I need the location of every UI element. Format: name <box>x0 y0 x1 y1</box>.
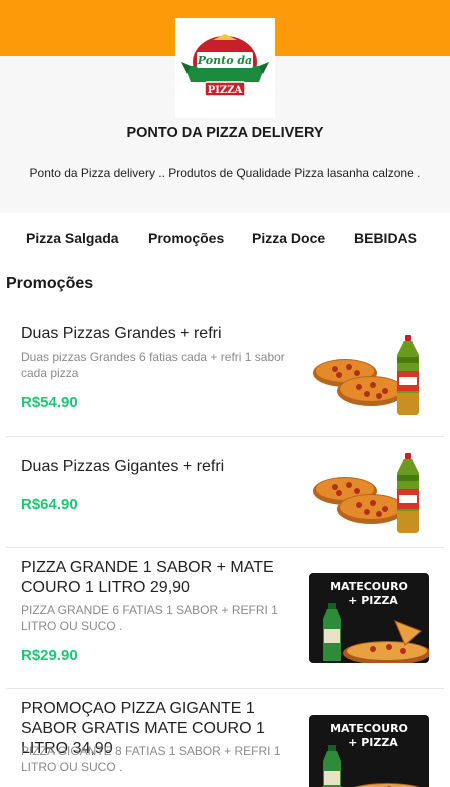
banner-line-1: MATECOURO <box>330 722 408 735</box>
logo-text-bottom: PIZZA <box>208 85 243 96</box>
category-tab-bebidas[interactable]: BEBIDAS <box>354 230 417 246</box>
banner-line-1: MATECOURO <box>330 580 408 593</box>
mate-couro-banner-image: MATECOURO + PIZZA <box>309 573 429 663</box>
product-description: PIZZA GRANDE 6 FATIAS 1 SABOR + REFRI 1 … <box>21 603 278 633</box>
product-name: PIZZA GRANDE 1 SABOR + MATE COURO 1 LITR… <box>21 559 274 596</box>
pizza-logo-icon: Ponto da PIZZA <box>181 34 269 97</box>
category-tab-pizza-doce[interactable]: Pizza Doce <box>252 230 325 246</box>
product-description: Duas pizzas Grandes 6 fatias cada + refr… <box>21 350 285 380</box>
pizza-soda-image <box>313 335 419 415</box>
product-card[interactable]: PIZZA GRANDE 1 SABOR + MATE COURO 1 LITR… <box>6 548 444 689</box>
category-nav: Pizza Salgada Promoções Pizza Doce BEBID… <box>0 230 450 254</box>
store-logo: Ponto da PIZZA <box>175 18 275 118</box>
product-price: R$29.90 <box>21 647 78 664</box>
store-name: PONTO DA PIZZA DELIVERY <box>126 125 324 141</box>
product-card[interactable]: Duas Pizzas Gigantes + refri R$64.90 <box>6 437 444 548</box>
product-name: Duas Pizzas Gigantes + refri <box>21 458 225 475</box>
category-tab-promocoes[interactable]: Promoções <box>148 230 224 246</box>
product-card[interactable]: PROMOÇAO PIZZA GIGANTE 1 SABOR GRATIS MA… <box>6 689 444 787</box>
store-description: Ponto da Pizza delivery .. Produtos de Q… <box>29 166 421 180</box>
product-price: R$54.90 <box>21 394 78 411</box>
logo-text-top: Ponto da <box>197 54 252 67</box>
banner-line-2: + PIZZA <box>348 736 398 749</box>
banner-line-2: + PIZZA <box>348 594 398 607</box>
product-price: R$64.90 <box>21 496 78 513</box>
product-description: PIZZA GIGANTE 8 FATIAS 1 SABOR + REFRI 1… <box>21 744 281 774</box>
product-card[interactable]: Duas Pizzas Grandes + refri Duas pizzas … <box>6 305 444 437</box>
mate-couro-banner-image: MATECOURO + PIZZA <box>309 715 429 787</box>
section-title: Promoções <box>6 275 94 292</box>
category-tab-pizza-salgada[interactable]: Pizza Salgada <box>26 230 119 246</box>
pizza-soda-image <box>313 453 419 533</box>
product-name: Duas Pizzas Grandes + refri <box>21 325 222 342</box>
